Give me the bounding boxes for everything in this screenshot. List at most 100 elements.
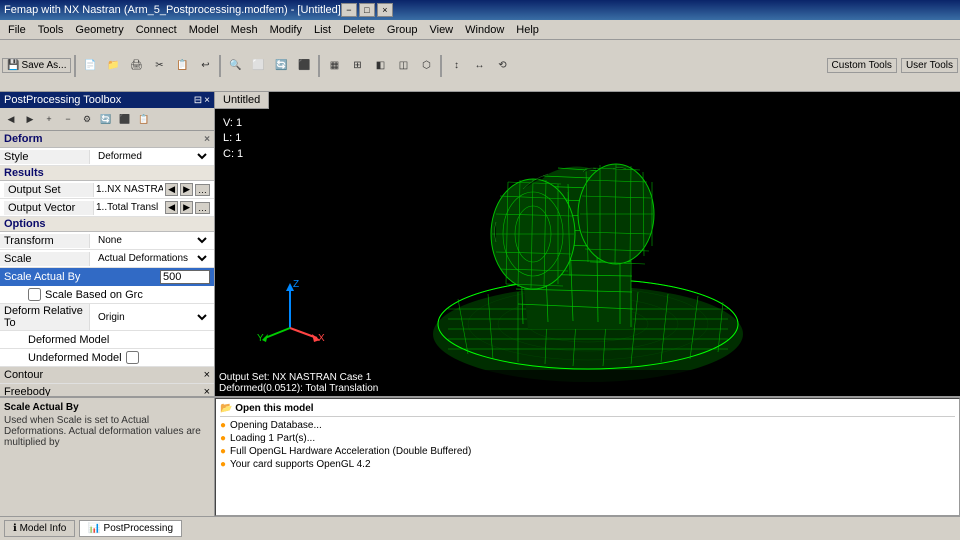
- toolbar-icon-6[interactable]: ↩: [194, 55, 216, 77]
- style-row: Style Deformed: [0, 148, 214, 166]
- viewport-tab[interactable]: Untitled: [215, 92, 269, 109]
- toolbar-icon-15[interactable]: ⬡: [415, 55, 437, 77]
- log-text-3: Full OpenGL Hardware Acceleration (Doubl…: [230, 446, 471, 457]
- deform-section-close[interactable]: ×: [204, 134, 210, 145]
- panel-tb-4[interactable]: −: [59, 110, 77, 128]
- svg-text:X: X: [318, 333, 325, 343]
- toolbar-icon-13[interactable]: ◧: [369, 55, 391, 77]
- toolbar-icon-11[interactable]: ▦: [323, 55, 345, 77]
- toolbar-icon-8[interactable]: ⬜: [247, 55, 269, 77]
- output-set-more[interactable]: …: [195, 184, 210, 196]
- tooltip-title: Scale Actual By: [4, 402, 210, 413]
- toolbar-icon-17[interactable]: ↔: [468, 55, 490, 77]
- viewport: Untitled V: 1 L: 1 C: 1: [215, 92, 960, 396]
- menu-list[interactable]: List: [308, 22, 337, 38]
- maximize-button[interactable]: □: [359, 3, 375, 17]
- panel-tb-6[interactable]: 🔄: [97, 110, 115, 128]
- menu-group[interactable]: Group: [381, 22, 424, 38]
- toolbar-icon-14[interactable]: ◫: [392, 55, 414, 77]
- output-set-row: Output Set 1..NX NASTRA ◀ ▶ …: [0, 181, 214, 199]
- output-set-prev[interactable]: ◀: [165, 183, 178, 196]
- menu-connect[interactable]: Connect: [130, 22, 183, 38]
- freebody-close-icon[interactable]: ×: [204, 386, 210, 396]
- save-as-button[interactable]: 💾 Save As...: [2, 58, 71, 73]
- toolbar-icon-9[interactable]: 🔄: [270, 55, 292, 77]
- log-text-2: Loading 1 Part(s)...: [230, 433, 315, 444]
- toolbar-icon-4[interactable]: ✂: [148, 55, 170, 77]
- menu-help[interactable]: Help: [510, 22, 545, 38]
- freebody-label: Freebody: [4, 386, 50, 396]
- panel-tb-5[interactable]: ⚙: [78, 110, 96, 128]
- app-window: Femap with NX Nastran (Arm_5_Postprocess…: [0, 0, 960, 540]
- toolbar-icon-1[interactable]: 📄: [79, 55, 101, 77]
- scale-based-checkbox[interactable]: [28, 288, 41, 301]
- toolbar-icon-3[interactable]: 🖨: [125, 55, 147, 77]
- mesh-container: [215, 92, 960, 356]
- custom-tools-label: Custom Tools: [832, 60, 892, 71]
- postprocessing-tab[interactable]: 📊 PostProcessing: [79, 520, 182, 537]
- transform-select[interactable]: None: [94, 234, 210, 247]
- toolbar-icon-7[interactable]: 🔍: [224, 55, 246, 77]
- user-tools-label: User Tools: [906, 60, 953, 71]
- title-bar-text: Femap with NX Nastran (Arm_5_Postprocess…: [4, 4, 341, 16]
- menu-modify[interactable]: Modify: [264, 22, 308, 38]
- menu-file[interactable]: File: [2, 22, 32, 38]
- contour-close-icon[interactable]: ×: [204, 369, 210, 381]
- deform-section-header: Deform ×: [0, 131, 214, 148]
- panel-close-button[interactable]: ×: [204, 95, 210, 106]
- style-select[interactable]: Deformed: [94, 150, 210, 163]
- toolbar-icon-12[interactable]: ⊞: [346, 55, 368, 77]
- custom-tools-button[interactable]: Custom Tools: [827, 58, 897, 73]
- user-tools-button[interactable]: User Tools: [901, 58, 958, 73]
- tooltip-text: Used when Scale is set to Actual Deforma…: [4, 415, 210, 448]
- contour-row: Contour ×: [0, 367, 214, 384]
- toolbar-icon-16[interactable]: ↕: [445, 55, 467, 77]
- toolbar-icon-2[interactable]: 📁: [102, 55, 124, 77]
- model-info-tab[interactable]: ℹ Model Info: [4, 520, 75, 537]
- postprocessing-label: PostProcessing: [104, 523, 173, 534]
- panel-title-bar: PostProcessing Toolbox ⊟ ×: [0, 92, 214, 108]
- panel-tb-7[interactable]: ⬛: [116, 110, 134, 128]
- deform-relative-select[interactable]: Origin: [94, 311, 210, 324]
- panel-title-text: PostProcessing Toolbox: [4, 94, 121, 106]
- bottom-combined: Scale Actual By Used when Scale is set t…: [0, 396, 960, 516]
- options-label: Options: [4, 218, 46, 230]
- output-set-value: 1..NX NASTRA: [94, 183, 163, 196]
- undeformed-model-checkbox[interactable]: [126, 351, 139, 364]
- scale-based-label: Scale Based on Grc: [45, 289, 143, 301]
- output-vector-value: 1..Total Transl: [94, 201, 163, 214]
- output-vec-prev[interactable]: ◀: [165, 201, 178, 214]
- panel-content: Deform × Style Deformed Results: [0, 131, 214, 396]
- panel-tb-1[interactable]: ◀: [2, 110, 20, 128]
- menu-window[interactable]: Window: [459, 22, 510, 38]
- output-vec-more[interactable]: …: [195, 202, 210, 214]
- log-folder-icon: 📂: [220, 403, 232, 414]
- panel-tb-3[interactable]: +: [40, 110, 58, 128]
- menu-delete[interactable]: Delete: [337, 22, 381, 38]
- mesh-svg: [348, 92, 828, 396]
- scale-select[interactable]: Actual Deformations: [94, 252, 210, 265]
- results-label: Results: [4, 167, 44, 179]
- menu-model[interactable]: Model: [183, 22, 225, 38]
- log-icon-3: ●: [220, 446, 226, 457]
- panel-tb-8[interactable]: 📋: [135, 110, 153, 128]
- scale-actual-input[interactable]: [160, 270, 210, 284]
- toolbar-icon-18[interactable]: ⟲: [491, 55, 513, 77]
- output-vec-next[interactable]: ▶: [180, 201, 193, 214]
- log-area: 📂 Open this model ● Opening Database... …: [215, 398, 960, 516]
- log-text-1: Opening Database...: [230, 420, 322, 431]
- toolbar-icon-5[interactable]: 📋: [171, 55, 193, 77]
- toolbar-icon-10[interactable]: ⬛: [293, 55, 315, 77]
- transform-row: Transform None: [0, 232, 214, 250]
- panel-float-button[interactable]: ⊟: [194, 95, 202, 106]
- close-button[interactable]: ×: [377, 3, 393, 17]
- minimize-button[interactable]: −: [341, 3, 357, 17]
- panel-tb-2[interactable]: ▶: [21, 110, 39, 128]
- menu-geometry[interactable]: Geometry: [69, 22, 129, 38]
- output-set-next[interactable]: ▶: [180, 183, 193, 196]
- deformed-model-label: Deformed Model: [28, 334, 109, 346]
- svg-text:Y: Y: [257, 333, 264, 343]
- menu-tools[interactable]: Tools: [32, 22, 70, 38]
- menu-mesh[interactable]: Mesh: [225, 22, 264, 38]
- menu-view[interactable]: View: [423, 22, 459, 38]
